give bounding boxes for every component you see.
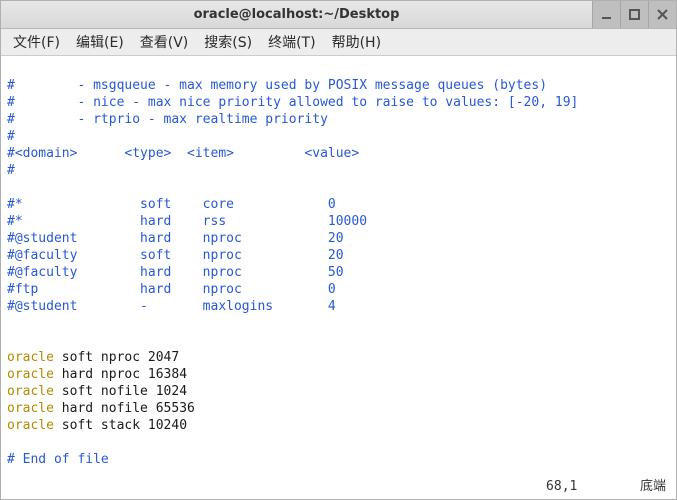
menu-help[interactable]: 帮助(H): [326, 30, 387, 54]
keyword: oracle: [7, 367, 54, 382]
minimize-button[interactable]: [592, 1, 620, 28]
file-line: oracle hard nproc 16384: [7, 367, 187, 382]
file-line: oracle soft stack 10240: [7, 418, 187, 433]
keyword: oracle: [7, 350, 54, 365]
file-line: #: [7, 129, 15, 144]
file-line: #* hard rss 10000: [7, 214, 367, 229]
menu-file[interactable]: 文件(F): [7, 30, 66, 54]
file-line: #@student - maxlogins 4: [7, 299, 336, 314]
file-line: #: [7, 163, 15, 178]
keyword: oracle: [7, 384, 54, 399]
file-line: #@faculty hard nproc 50: [7, 265, 344, 280]
file-line: #@student hard nproc 20: [7, 231, 344, 246]
file-line: oracle soft nofile 1024: [7, 384, 187, 399]
close-icon: [657, 9, 668, 20]
scroll-position: 底端: [640, 479, 666, 494]
file-line: oracle hard nofile 65536: [7, 401, 195, 416]
file-line: #@faculty soft nproc 20: [7, 248, 344, 263]
minimize-icon: [601, 9, 612, 20]
menu-view[interactable]: 查看(V): [134, 30, 195, 54]
cursor-position: 68,1: [546, 479, 577, 494]
file-line: #* soft core 0: [7, 197, 336, 212]
file-line: #ftp hard nproc 0: [7, 282, 336, 297]
menubar: 文件(F) 编辑(E) 查看(V) 搜索(S) 终端(T) 帮助(H): [1, 29, 676, 56]
keyword: oracle: [7, 418, 54, 433]
file-line: # - nice - max nice priority allowed to …: [7, 95, 578, 110]
vim-statusline: 68,1 底端: [546, 478, 666, 495]
terminal-area[interactable]: # - msgqueue - max memory used by POSIX …: [1, 56, 676, 499]
window-controls: [592, 1, 676, 28]
menu-terminal[interactable]: 终端(T): [262, 30, 321, 54]
titlebar[interactable]: oracle@localhost:~/Desktop: [1, 1, 676, 29]
maximize-icon: [629, 9, 640, 20]
file-line: oracle soft nproc 2047: [7, 350, 179, 365]
file-line: # - rtprio - max realtime priority: [7, 112, 328, 127]
keyword: oracle: [7, 401, 54, 416]
terminal-window: oracle@localhost:~/Desktop 文件(F) 编辑(E) 查…: [0, 0, 677, 500]
file-line: #<domain> <type> <item> <value>: [7, 146, 359, 161]
close-button[interactable]: [648, 1, 676, 28]
menu-search[interactable]: 搜索(S): [198, 30, 258, 54]
file-line: # - msgqueue - max memory used by POSIX …: [7, 78, 547, 93]
file-line: # End of file: [7, 452, 109, 467]
menu-edit[interactable]: 编辑(E): [70, 30, 130, 54]
window-title: oracle@localhost:~/Desktop: [1, 7, 592, 22]
maximize-button[interactable]: [620, 1, 648, 28]
